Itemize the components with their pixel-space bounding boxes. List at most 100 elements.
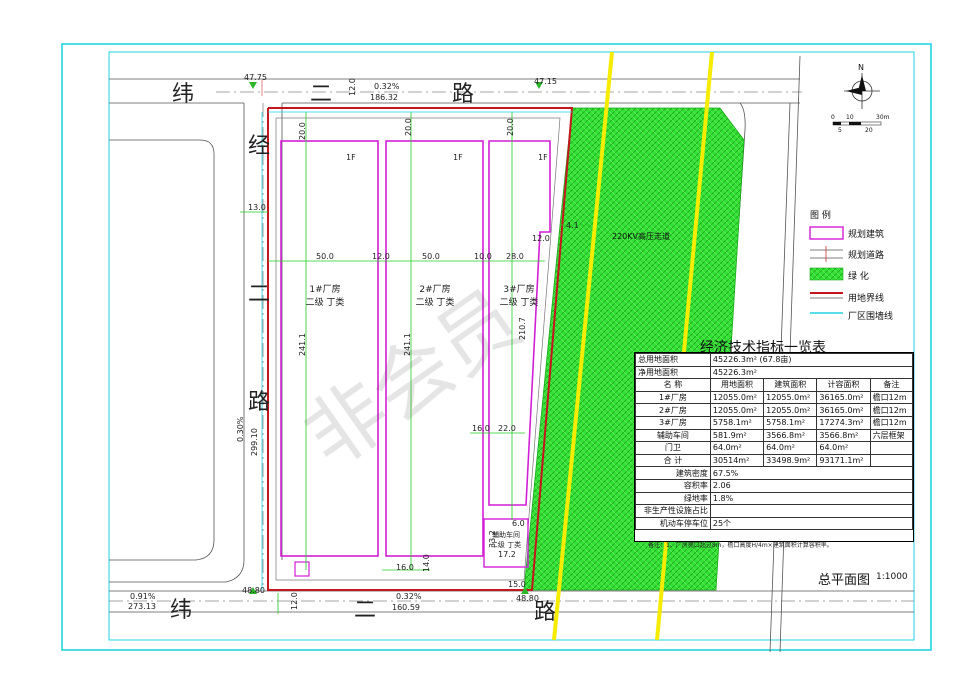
dim-w14: 14.0 [422,554,431,572]
table-cell: 36165.0m² [816,403,871,417]
site-plan-drawing: 非会员 [61,43,932,653]
dim-w50-b: 50.0 [422,252,440,261]
hv-corridor-label: 220KV高压走道 [612,232,670,241]
scale-bar [832,121,882,126]
south-len-left: 273.13 [128,602,156,611]
plan-scale: 1:1000 [876,572,908,582]
table-row: 非生产性设施占比 [635,504,914,518]
dim-h210: 210.7 [518,317,527,340]
table-cell: 33498.9m² [763,453,818,468]
road-north-3: 路 [452,82,475,107]
south-slope: 0.32% [396,592,422,601]
table-row: 净用地面积 45226.3m² [635,365,914,380]
table-cell: 2#厂房 [635,403,711,417]
dim-12-mid: 12.0 [532,234,550,243]
table-cell: 30514m² [709,453,765,468]
table-row: 1#厂房 12055.0m² 12055.0m² 36165.0m² 檐口12m [635,390,914,405]
table-row: 建筑密度 67.5% [635,466,914,480]
north-len: 186.32 [370,93,398,102]
legend-item-building: 规划建筑 [848,230,885,240]
table-cell: 檐口12m [869,390,914,405]
elev-sw: 48.80 [242,586,265,595]
legend: 图 例 规划建筑 规划道路 绿 化 用地界线 厂区围墙线 [808,208,908,328]
road-west-3: 路 [248,390,271,415]
b2-name: 2#厂房 [419,285,451,295]
table-cell: 檐口12m [869,403,914,417]
dim-20-c: 20.0 [506,118,515,136]
dim-w16: 16.0 [472,424,490,433]
table-cell-value [709,504,914,518]
indicator-table-grid: 总用地面积 45226.3m² (67.8亩) 净用地面积 45226.3m² 名 称用… [635,353,914,531]
building-1 [280,140,379,557]
west-len: 299.10 [250,428,259,456]
guard-room [294,561,310,577]
table-row: 2#厂房 12055.0m² 12055.0m² 36165.0m² 檐口12m [635,403,914,417]
table-cell: 合 计 [635,453,711,468]
road-north-1: 纬 [172,82,195,107]
table-cell-value: 25个 [709,516,914,531]
south-len: 160.59 [392,603,420,612]
table-cell-label: 建筑密度 [635,466,711,480]
table-header-cell: 备注 [869,378,914,392]
table-row: 绿地率 1.8% [635,491,914,506]
legend-item-road: 规划道路 [848,251,885,261]
dim-w16-b: 16.0 [396,563,414,572]
road-west-2: 二 [248,282,271,307]
dim-6: 6.0 [512,519,525,528]
legend-item-green: 绿 化 [848,272,869,282]
table-cell [869,453,914,468]
dim-h241-a: 241.1 [298,333,307,356]
table-cell: 辅助车间 [635,428,711,443]
b3-floors: 1F [538,153,548,162]
table-cell: 36165.0m² [816,390,871,405]
b1-type: 二级 丁类 [305,298,345,308]
table-cell-value: 45226.3m² (67.8亩) [709,353,914,367]
dim-w28: 28.0 [506,252,524,261]
table-cell: 12055.0m² [763,390,818,405]
b2-type: 二级 丁类 [415,298,455,308]
west-slope: 0.30% [236,416,245,442]
table-header-cell: 用地面积 [709,378,765,392]
table-cell-label: 净用地面积 [635,365,711,380]
table-cell: 5758.1m² [709,415,765,430]
b2-floors: 1F [453,153,463,162]
b3-name: 3#厂房 [503,285,535,295]
dim-h241-b: 241.1 [403,333,412,356]
scale-sub-20: 20 [865,127,873,134]
elev-nw: 47.75 [244,73,267,82]
scale-sub-5: 5 [838,127,842,134]
table-cell-label: 机动车停车位 [635,516,711,531]
elev-ne: 47.15 [534,77,557,86]
legend-item-boundary: 用地界线 [848,294,885,304]
table-header-cell: 建筑面积 [763,378,818,392]
table-cell: 六层框架 [869,428,914,443]
dim-17: 17.2 [498,550,516,559]
road-north-2: 二 [310,82,333,107]
b1-name: 1#厂房 [309,285,341,295]
table-cell: 1#厂房 [635,390,711,405]
table-cell: 93171.1m² [816,453,871,468]
b3-type: 二级 丁类 [499,298,539,308]
scale-tick-10: 10 [846,114,854,121]
dim-13: 13.0 [248,203,266,212]
table-row: 机动车停车位 25个 [635,516,914,531]
table-cell: 12055.0m² [763,403,818,417]
table-row: 容积率 2.06 [635,478,914,493]
table-cell-label: 绿地率 [635,491,711,506]
dim-w12: 12.0 [372,252,390,261]
table-cell: 17274.3m² [816,415,871,430]
dim-w10: 10.0 [474,252,492,261]
table-cell: 64.0m² [816,441,871,455]
b1-floors: 1F [346,153,356,162]
table-cell-label: 总用地面积 [635,353,711,367]
b3-label: 3#厂房 二级 丁类 [494,284,544,310]
table-cell [869,441,914,455]
table-cell: 64.0m² [709,441,765,455]
dim-20-a: 20.0 [298,122,307,140]
b2-label: 2#厂房 二级 丁类 [410,284,460,310]
table-cell-label: 容积率 [635,478,711,493]
table-header-cell: 名 称 [635,378,711,392]
table-cell: 581.9m² [709,428,765,443]
dim-20-b: 20.0 [404,118,413,136]
north-arrow-icon [844,73,880,109]
